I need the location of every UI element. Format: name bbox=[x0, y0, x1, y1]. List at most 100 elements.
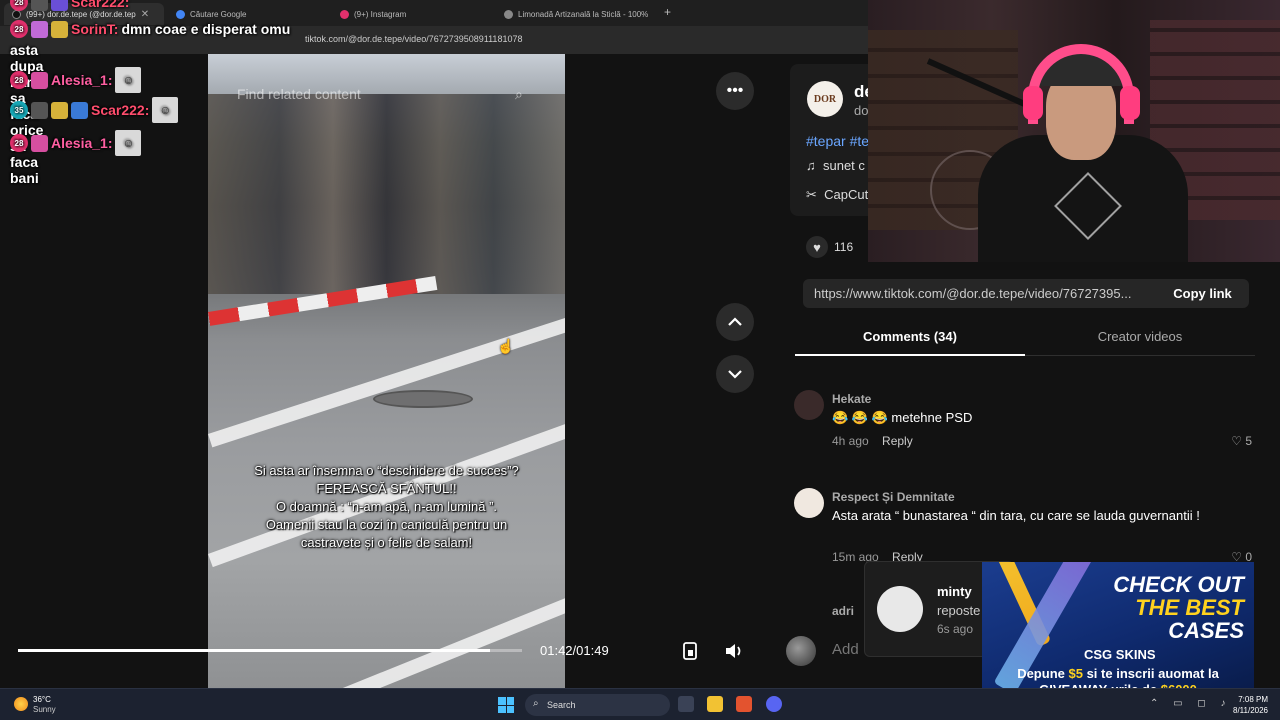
instagram-favicon-icon bbox=[340, 9, 349, 19]
commenter-avatar[interactable] bbox=[794, 390, 824, 420]
notification-time: 6s ago bbox=[937, 622, 974, 636]
video-manhole bbox=[373, 390, 473, 408]
brave-browser-icon[interactable] bbox=[736, 696, 752, 712]
video-caption: Si asta ar însemna o “deschidere de succ… bbox=[208, 462, 565, 552]
badge-icon bbox=[51, 101, 68, 119]
browser-tab-limonada[interactable]: Limonadă Artizanală la Sticlă - 100% bbox=[496, 3, 660, 25]
system-tray-icons[interactable]: ⌃ ▭ ◻ ♪ bbox=[1150, 698, 1231, 709]
browser-tab-instagram[interactable]: (9+) Instagram bbox=[332, 3, 492, 25]
capcut-icon: ✂ bbox=[806, 187, 817, 202]
pip-button[interactable] bbox=[673, 636, 707, 666]
badge-icon bbox=[31, 101, 48, 119]
sound-label: sunet c bbox=[822, 158, 865, 173]
caption-line: castravete și o felie de salam! bbox=[300, 535, 473, 550]
ad-headline: CASES bbox=[1168, 618, 1244, 643]
new-tab-button[interactable]: + bbox=[664, 5, 671, 19]
comment-like-button[interactable]: ♡ 5 bbox=[1231, 434, 1252, 448]
chat-message: 35 Scar222: ☺ bbox=[10, 97, 179, 123]
ad-brand: CSG SKINS bbox=[1084, 647, 1156, 662]
comment-text: 😂 😂 😂 metehne PSD bbox=[832, 410, 973, 425]
chat-username: Alesia_1: bbox=[51, 135, 113, 151]
task-view-icon[interactable] bbox=[678, 696, 694, 712]
commenter-name[interactable]: Respect Și Demnitate bbox=[832, 490, 955, 504]
chat-message: 28 SorinT: dmn coae e disperat omu bbox=[10, 20, 290, 38]
search-icon: ⌕ bbox=[533, 698, 539, 709]
commenter-avatar[interactable] bbox=[794, 488, 824, 518]
heart-outline-icon: ♡ bbox=[1231, 434, 1242, 448]
volume-icon bbox=[726, 644, 741, 658]
emote-icon: ☺ bbox=[115, 130, 142, 156]
badge-icon bbox=[51, 0, 68, 11]
tab-label: Limonadă Artizanală la Sticlă - 100% bbox=[518, 9, 649, 19]
badge-icon bbox=[71, 101, 88, 119]
webcam-overlay bbox=[868, 0, 1280, 262]
commenter-name[interactable]: Hekate bbox=[832, 392, 871, 406]
sub-badge: 28 bbox=[10, 20, 28, 38]
taskbar-clock[interactable]: 7:08 PM 8/11/2026 bbox=[1228, 694, 1268, 716]
taskbar-search[interactable]: ⌕ Search bbox=[525, 694, 670, 716]
caption-line: FEREASCĂ SFÂNTUL!! bbox=[316, 481, 457, 496]
google-favicon-icon bbox=[176, 9, 185, 19]
author-handle: do bbox=[854, 103, 869, 118]
author-avatar[interactable]: DOR bbox=[807, 81, 843, 117]
badge-icon bbox=[31, 134, 48, 152]
more-options-button[interactable]: ••• bbox=[716, 72, 754, 110]
chat-username: Scar222: bbox=[71, 0, 130, 10]
related-content-search[interactable]: Find related content bbox=[237, 86, 361, 102]
like-count: 116 bbox=[834, 240, 854, 254]
add-comment-input[interactable]: Add bbox=[832, 641, 859, 658]
url-text: tiktok.com/@dor.de.tepe/video/7672739508… bbox=[305, 34, 523, 44]
comment-like-count: 5 bbox=[1245, 434, 1252, 448]
notification-action: reposte bbox=[937, 603, 981, 618]
road-marking bbox=[208, 304, 565, 448]
more-icon: ••• bbox=[726, 82, 744, 99]
webcam-headset-ear bbox=[1023, 86, 1043, 120]
reply-button[interactable]: Reply bbox=[882, 434, 913, 448]
music-note-icon: ♫ bbox=[806, 158, 816, 173]
sub-badge: 35 bbox=[10, 101, 28, 119]
video-crowd-scene bbox=[208, 94, 565, 294]
sound-link[interactable]: ♫ sunet c bbox=[806, 158, 865, 173]
windows-start-icon[interactable] bbox=[498, 697, 514, 713]
tab-creator-videos[interactable]: Creator videos bbox=[1025, 329, 1255, 344]
sub-badge: 28 bbox=[10, 134, 28, 152]
caption-line: Si asta ar însemna o “deschidere de succ… bbox=[254, 463, 519, 478]
road-marking bbox=[328, 574, 565, 688]
clock-date: 8/11/2026 bbox=[1233, 706, 1268, 715]
badge-icon bbox=[31, 0, 48, 11]
windows-taskbar: 36°C Sunny ⌕ Search ⌃ ▭ ◻ ♪ 7:08 PM 8/11… bbox=[0, 688, 1280, 720]
share-url[interactable]: https://www.tiktok.com/@dor.de.tepe/vide… bbox=[814, 286, 1131, 301]
sun-icon[interactable] bbox=[14, 697, 28, 711]
video-progress-bar[interactable] bbox=[18, 649, 522, 652]
volume-button[interactable] bbox=[717, 636, 751, 666]
discord-icon[interactable] bbox=[766, 696, 782, 712]
capcut-link[interactable]: ✂ CapCut bbox=[806, 187, 868, 203]
gift-icon bbox=[31, 20, 48, 38]
copy-link-button[interactable]: Copy link bbox=[1156, 279, 1249, 308]
file-explorer-icon[interactable] bbox=[707, 696, 723, 712]
user-avatar bbox=[786, 636, 816, 666]
notification-avatar bbox=[877, 586, 923, 632]
hashtags[interactable]: #tepar #te bbox=[806, 133, 869, 149]
video-progress-fill bbox=[18, 649, 490, 652]
chat-username: SorinT: bbox=[71, 21, 119, 37]
webcam-headset-ear bbox=[1120, 86, 1140, 120]
next-video-button[interactable] bbox=[716, 355, 754, 393]
search-icon[interactable]: ⌕ bbox=[515, 86, 523, 103]
like-button[interactable]: ♥ 116 bbox=[806, 236, 853, 258]
ad-promo-text: si te inscrii auomat la bbox=[1086, 666, 1219, 681]
previous-video-button[interactable] bbox=[716, 303, 754, 341]
close-tab-icon[interactable]: ✕ bbox=[141, 9, 149, 20]
badge-icon bbox=[31, 71, 48, 89]
taskbar-search-label: Search bbox=[547, 700, 576, 710]
tab-comments[interactable]: Comments (34) bbox=[795, 329, 1025, 344]
share-link-box: https://www.tiktok.com/@dor.de.tepe/vide… bbox=[803, 279, 1249, 308]
sub-badge: 28 bbox=[10, 0, 28, 11]
weather-temp: 36°C bbox=[33, 695, 51, 704]
clock-time: 7:08 PM bbox=[1238, 695, 1268, 704]
chat-message: 28 Scar222: bbox=[10, 0, 129, 11]
tab-label: Căutare Google bbox=[190, 9, 247, 19]
commenter-name[interactable]: adri bbox=[832, 604, 854, 618]
video-player[interactable] bbox=[208, 54, 565, 688]
comment-text: Asta arata “ bunastarea “ din tara, cu c… bbox=[832, 508, 1200, 523]
